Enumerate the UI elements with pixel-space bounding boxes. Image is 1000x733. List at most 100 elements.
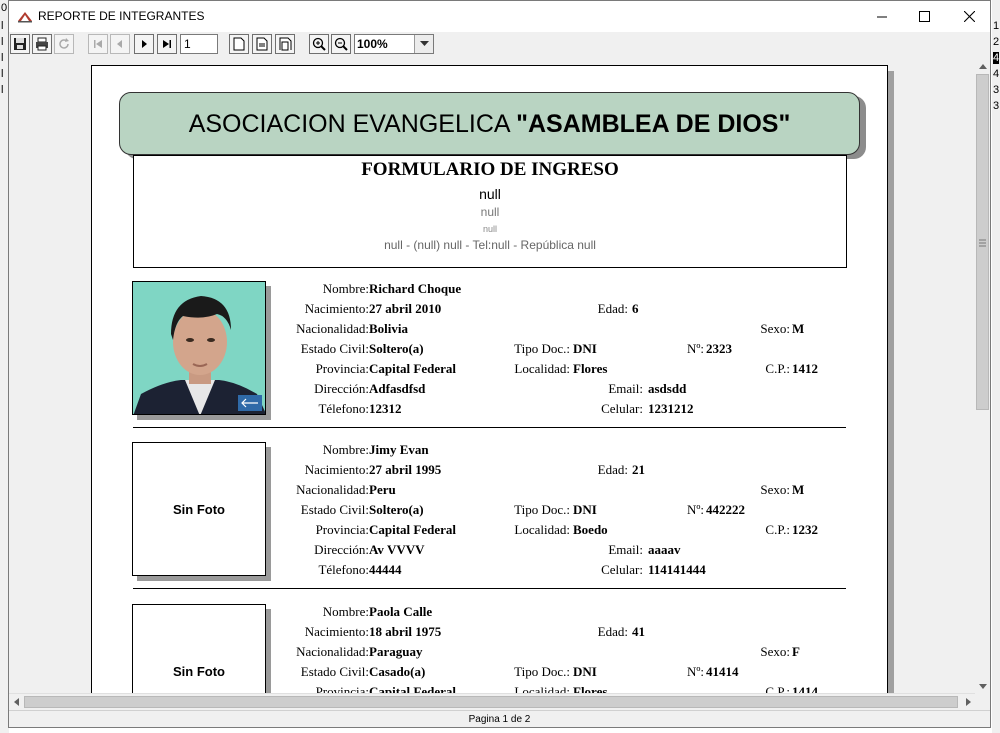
first-page-button[interactable]: [88, 34, 108, 54]
value-nacimiento: 27 abril 1995: [369, 462, 442, 477]
background-text: 0: [1, 2, 8, 14]
maximize-button[interactable]: [901, 1, 947, 32]
value-localidad: Flores: [573, 361, 608, 376]
label-direccion: Dirección:: [314, 381, 369, 396]
value-cp: 1412: [792, 361, 818, 376]
label-sexo: Sexo:: [760, 482, 790, 497]
member-record: Nombre: Richard Choque Nacimiento: 27 ab…: [132, 281, 848, 442]
chevron-down-icon[interactable]: [414, 35, 433, 53]
label-nacimiento: Nacimiento:: [304, 462, 369, 477]
label-provincia: Provincia:: [315, 684, 369, 693]
label-tipo-doc: Tipo Doc.:: [514, 341, 570, 356]
label-tipo-doc: Tipo Doc.:: [514, 664, 570, 679]
banner-title: ASOCIACION EVANGELICA "ASAMBLEA DE DIOS": [120, 110, 859, 139]
zoom-value: 100%: [357, 37, 388, 51]
horizontal-scroll-thumb[interactable]: [24, 696, 958, 708]
value-email: asdsdd: [648, 381, 687, 396]
background-text: l: [1, 68, 4, 80]
value-numero: 2323: [706, 341, 732, 356]
refresh-button[interactable]: [54, 34, 74, 54]
value-cp: 1232: [792, 522, 818, 537]
minimize-button[interactable]: [859, 1, 905, 32]
title-bar[interactable]: REPORTE DE INTEGRANTES: [9, 1, 990, 32]
banner-title-bold: "ASAMBLEA DE DIOS": [516, 110, 791, 138]
last-page-button[interactable]: [157, 34, 177, 54]
member-record: Sin Foto Nombre: Paola Calle Nacimiento:…: [132, 604, 848, 693]
report-banner: ASOCIACION EVANGELICA "ASAMBLEA DE DIOS": [119, 92, 860, 155]
label-estado-civil: Estado Civil:: [300, 502, 369, 517]
horizontal-scrollbar[interactable]: [9, 693, 975, 711]
chevron-right-icon: [965, 698, 971, 706]
save-icon: [14, 38, 26, 50]
label-telefono: Télefono:: [318, 562, 369, 577]
previous-page-button[interactable]: [110, 34, 130, 54]
value-sexo: M: [792, 321, 805, 336]
background-text: 3: [993, 100, 1000, 112]
label-sexo: Sexo:: [760, 321, 790, 336]
label-nombre: Nombre:: [322, 281, 369, 296]
full-page-button[interactable]: [275, 34, 295, 54]
value-direccion: Adfasdfsd: [369, 381, 426, 396]
value-email: aaaav: [648, 542, 681, 557]
page-width-icon: [256, 37, 267, 51]
label-nacionalidad: Nacionalidad:: [296, 321, 369, 336]
label-email: Email:: [608, 542, 643, 557]
close-button[interactable]: [946, 1, 990, 32]
label-nacimiento: Nacimiento:: [304, 624, 369, 639]
value-edad: 41: [632, 624, 645, 639]
next-page-icon: [142, 40, 147, 48]
value-edad: 21: [632, 462, 645, 477]
page-number-input[interactable]: [180, 34, 218, 54]
value-direccion: Av VVVV: [369, 542, 425, 557]
page-status: Pagina 1 de 2: [468, 714, 531, 725]
refresh-icon: [59, 38, 69, 49]
header-line-4: null - (null) null - Tel:null - Repúblic…: [384, 238, 596, 252]
scroll-down-button[interactable]: [975, 679, 990, 693]
last-page-icon: [163, 40, 171, 48]
label-sexo: Sexo:: [760, 644, 790, 659]
form-header-box: FORMULARIO DE INGRESO null null null nul…: [133, 155, 847, 268]
label-provincia: Provincia:: [315, 522, 369, 537]
label-celular: Celular:: [601, 401, 643, 416]
record-divider: [133, 588, 846, 589]
zoom-out-button[interactable]: [331, 34, 351, 54]
label-numero: Nº:: [686, 502, 704, 517]
scroll-left-button[interactable]: [9, 694, 23, 710]
single-page-button[interactable]: [229, 34, 249, 54]
member-record: Sin Foto Nombre: Jimy Evan Nacimiento: 2…: [132, 442, 848, 603]
label-localidad: Localidad:: [514, 684, 570, 693]
zoom-in-button[interactable]: [309, 34, 329, 54]
banner-title-prefix: ASOCIACION EVANGELICA: [188, 110, 517, 138]
maximize-icon: [918, 11, 930, 22]
vertical-scrollbar[interactable]: [975, 59, 990, 693]
report-page: ASOCIACION EVANGELICA "ASAMBLEA DE DIOS"…: [91, 65, 888, 693]
label-numero: Nº:: [686, 664, 704, 679]
minimize-icon: [876, 16, 887, 18]
chevron-left-icon: [13, 698, 19, 706]
record-divider: [133, 427, 846, 428]
value-nacionalidad: Peru: [369, 482, 396, 497]
label-numero: Nº:: [686, 341, 704, 356]
app-logo-icon: [17, 10, 33, 28]
value-celular: 114141444: [648, 562, 706, 577]
header-line-1: null: [479, 186, 501, 202]
full-page-icon: [279, 37, 291, 51]
label-tipo-doc: Tipo Doc.:: [514, 502, 570, 517]
next-page-button[interactable]: [134, 34, 154, 54]
scroll-up-button[interactable]: [975, 59, 990, 73]
printer-icon: [36, 37, 48, 51]
background-text: 1: [993, 20, 1000, 32]
label-nacionalidad: Nacionalidad:: [296, 482, 369, 497]
label-nacimiento: Nacimiento:: [304, 301, 369, 316]
print-button[interactable]: [32, 34, 52, 54]
page-width-button[interactable]: [252, 34, 272, 54]
toolbar: 100%: [9, 32, 990, 58]
label-direccion: Dirección:: [314, 542, 369, 557]
scroll-right-button[interactable]: [961, 694, 975, 710]
save-button[interactable]: [10, 34, 30, 54]
value-estado-civil: Soltero(a): [369, 341, 424, 356]
zoom-select[interactable]: 100%: [354, 34, 434, 54]
report-viewport[interactable]: ASOCIACION EVANGELICA "ASAMBLEA DE DIOS"…: [9, 59, 975, 693]
value-nacimiento: 18 abril 1975: [369, 624, 442, 639]
vertical-scroll-thumb[interactable]: [976, 74, 989, 410]
